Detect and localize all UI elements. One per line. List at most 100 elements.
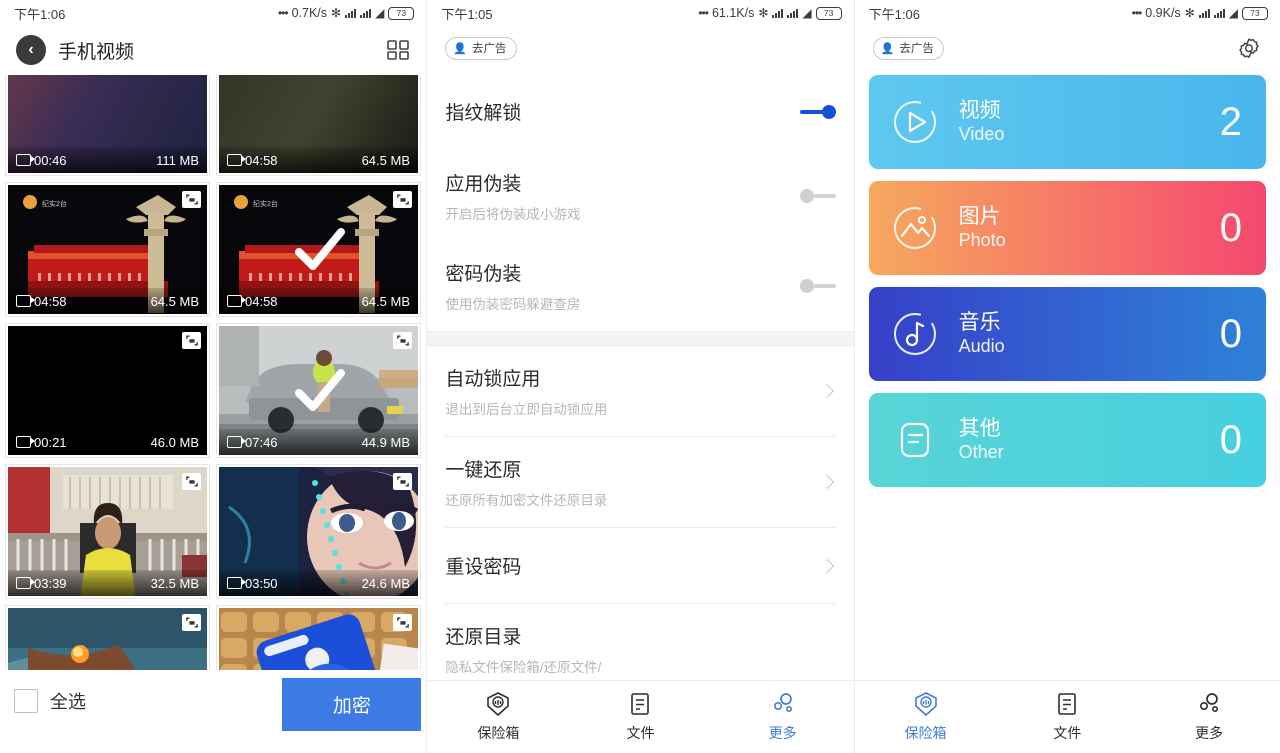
setting-subtitle: 还原所有加密文件还原目录	[445, 493, 608, 508]
nav-item-more[interactable]: 更多	[1138, 691, 1280, 743]
encrypt-button[interactable]: 加密	[282, 678, 422, 731]
battery-indicator: 73	[388, 6, 415, 20]
video-thumb-cell[interactable]: 03:39 32.5 MB	[6, 465, 209, 598]
video-size: 32.5 MB	[150, 575, 199, 591]
card-count: 0	[1219, 418, 1242, 462]
back-chevron-icon[interactable]: ‹	[16, 35, 46, 65]
setting-subtitle: 退出到后台立即自动锁应用	[445, 402, 608, 417]
page-title: 手机视频	[58, 41, 135, 63]
video-size: 64.5 MB	[361, 152, 410, 168]
remove-ads-button[interactable]: 👤 去广告	[445, 37, 517, 60]
expand-icon[interactable]	[182, 473, 201, 490]
video-thumb-cell-selected[interactable]: 纪实2台 04:58 64.5 MB	[217, 183, 420, 316]
app-disguise-toggle[interactable]	[799, 189, 836, 203]
expand-icon[interactable]	[393, 473, 412, 490]
nav-label: 文件	[1053, 725, 1082, 741]
expand-icon[interactable]	[393, 191, 412, 208]
status-bar-3: 下午1:06 ••• 0.9K/s ✻ ◢ 73	[855, 0, 1280, 26]
video-size: 24.6 MB	[361, 575, 410, 591]
three-screenshot-collage: 下午1:06 ••• 0.7K/s ✻ ◢ 73 ‹ 手机视频 00:46 11…	[0, 0, 1280, 753]
nav-item-vault[interactable]: 保险箱	[427, 691, 569, 743]
video-camera-icon	[227, 154, 246, 166]
video-thumb-cell[interactable]: 00:21 46.0 MB	[6, 324, 209, 457]
svg-text:纪实2台: 纪实2台	[42, 199, 67, 208]
status-time: 下午1:06	[14, 6, 66, 22]
setting-row-app-disguise[interactable]: 应用伪装 开启后将伪装成小游戏	[445, 151, 836, 241]
grid-view-icon[interactable]	[386, 39, 410, 61]
panel-vault-home: 下午1:06 ••• 0.9K/s ✻ ◢ 73 👤 去广告 视频 Video …	[853, 0, 1280, 753]
setting-subtitle: 开启后将伪装成小游戏	[445, 207, 581, 222]
video-thumb-cell[interactable]	[217, 606, 420, 670]
remove-ads-button[interactable]: 👤 去广告	[872, 37, 944, 60]
card-title-en: Audio	[958, 336, 1005, 357]
wifi-icon: ◢	[802, 6, 812, 20]
expand-icon[interactable]	[393, 614, 412, 631]
status-bar-1: 下午1:06 ••• 0.7K/s ✻ ◢ 73	[0, 0, 426, 26]
expand-icon[interactable]	[182, 614, 201, 631]
expand-icon[interactable]	[393, 332, 412, 349]
nav-item-files[interactable]: 文件	[569, 691, 711, 743]
card-title-cn: 其他	[958, 417, 1001, 441]
bottom-nav-2: 保险箱 文件 更多	[427, 680, 854, 753]
setting-row-auto-lock[interactable]: 自动锁应用 退出到后台立即自动锁应用	[445, 346, 835, 436]
expand-icon[interactable]	[182, 191, 201, 208]
video-thumb-cell[interactable]: 00:46 111 MB	[6, 75, 209, 175]
password-disguise-toggle[interactable]	[799, 279, 836, 293]
expand-icon[interactable]	[182, 332, 201, 349]
gear-settings-icon[interactable]	[1236, 36, 1262, 62]
card-photo[interactable]: 图片 Photo 0	[868, 181, 1266, 275]
video-thumb-cell[interactable]	[6, 606, 209, 670]
setting-row-fingerprint[interactable]: 指纹解锁	[445, 72, 836, 151]
video-thumb-cell[interactable]: 纪实2台 04:58 64.5 MB	[6, 183, 209, 316]
card-video[interactable]: 视频 Video 2	[868, 75, 1266, 169]
card-audio[interactable]: 音乐 Audio 0	[868, 287, 1266, 381]
video-size: 64.5 MB	[361, 293, 410, 309]
wifi-icon: ◢	[1228, 6, 1238, 20]
setting-row-reset-password[interactable]: 重设密码	[445, 527, 836, 603]
card-other[interactable]: 其他 Other 0	[868, 393, 1266, 487]
setting-row-password-disguise[interactable]: 密码伪装 使用伪装密码躲避查房	[445, 241, 836, 331]
video-duration: 04:58	[34, 293, 67, 309]
video-size: 46.0 MB	[150, 434, 199, 450]
signal-bars-1-icon	[772, 8, 784, 18]
fingerprint-toggle[interactable]	[799, 104, 836, 119]
person-icon: 👤	[880, 42, 895, 55]
video-thumb-cell[interactable]: 04:58 64.5 MB	[217, 75, 420, 175]
card-count: 2	[1219, 100, 1242, 144]
card-title-en: Other	[958, 442, 1004, 463]
remove-ads-label: 去广告	[472, 43, 507, 55]
signal-bars-2-icon	[787, 8, 799, 18]
video-thumb-cell-selected[interactable]: 07:46 44.9 MB	[217, 324, 420, 457]
video-grid-scroll[interactable]: 00:46 111 MB 04:58 64.5 MB 纪实2台 04:58 64…	[0, 75, 426, 670]
setting-row-restore-all[interactable]: 一键还原 还原所有加密文件还原目录	[445, 436, 836, 527]
panel-settings: 下午1:05 ••• 61.1K/s ✻ ◢ 73 👤 去广告 指纹解锁 应用伪…	[426, 0, 854, 753]
video-camera-icon	[227, 436, 246, 448]
video-thumb-cell[interactable]: 03:50 24.6 MB	[217, 465, 420, 598]
select-all-checkbox[interactable]	[14, 689, 38, 713]
nav-item-more[interactable]: 更多	[712, 691, 854, 743]
vault-topbar: 👤 去广告	[855, 26, 1280, 71]
status-bar-2: 下午1:05 ••• 61.1K/s ✻ ◢ 73	[427, 0, 853, 26]
card-title-en: Video	[958, 124, 1005, 145]
setting-subtitle: 隐私文件保险箱/还原文件/	[445, 660, 602, 675]
selected-check-icon	[294, 368, 345, 411]
bluetooth-icon: ✻	[331, 6, 342, 20]
video-duration: 03:50	[245, 575, 278, 591]
category-cards: 视频 Video 2 图片 Photo 0 音乐 Audio 0 其他 Othe…	[855, 75, 1280, 499]
setting-title: 应用伪装	[445, 174, 522, 195]
video-picker-header: ‹ 手机视频	[0, 26, 426, 74]
nav-item-files[interactable]: 文件	[996, 691, 1138, 743]
video-camera-icon	[16, 577, 35, 589]
select-all-row[interactable]: 全选	[14, 688, 86, 714]
chevron-right-icon	[819, 558, 834, 573]
nav-label: 文件	[626, 725, 655, 741]
network-speed: 61.1K/s	[711, 6, 755, 20]
nav-label: 更多	[1195, 725, 1224, 741]
setting-title: 重设密码	[445, 557, 522, 578]
chevron-right-icon	[819, 474, 834, 490]
chevron-right-icon	[819, 383, 834, 399]
svg-text:纪实2台: 纪实2台	[253, 199, 278, 208]
nav-item-vault[interactable]: 保险箱	[855, 691, 997, 743]
status-dots-icon: •••	[698, 6, 709, 20]
select-all-label: 全选	[50, 692, 86, 712]
